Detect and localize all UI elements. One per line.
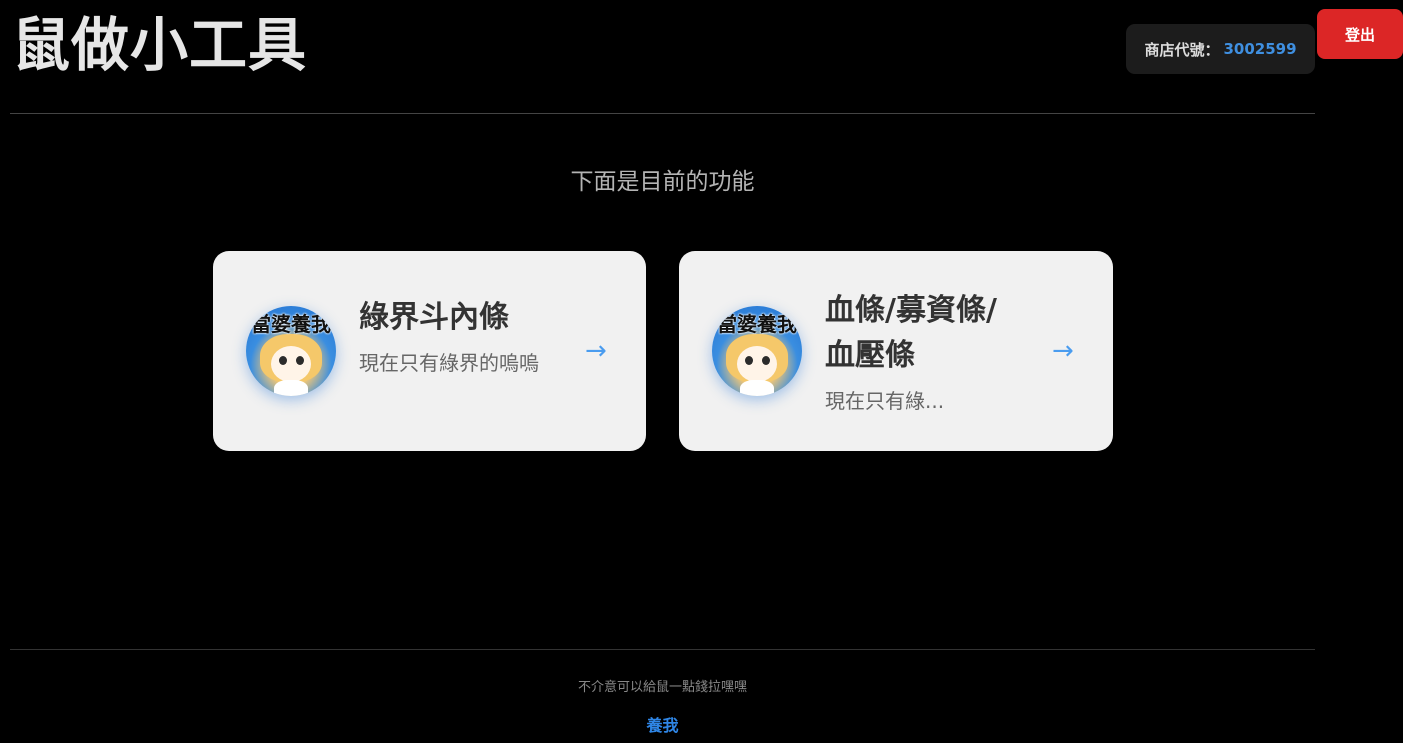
card-title: 血條/募資條/血壓條 [825, 293, 997, 373]
avatar-eye [296, 356, 304, 365]
footer-note: 不介意可以給鼠一點錢拉嘿嘿 [577, 680, 747, 695]
avatar-eye [279, 356, 287, 365]
card-description: 現在只有綠界的嗚嗚 [359, 351, 539, 375]
avatar-image: 當婆養我 [246, 306, 336, 396]
store-code-value: 3002599 [1223, 40, 1297, 58]
avatar-body [274, 380, 308, 396]
feature-card-health-bar[interactable]: 當婆養我 血條/募資條/血壓條 現在只有綠... → [679, 251, 1113, 451]
avatar-eye [762, 356, 770, 365]
avatar-image: 當婆養我 [712, 306, 802, 396]
store-code-box: 商店代號： 3002599 [1126, 24, 1315, 74]
avatar-face [271, 346, 311, 382]
card-description: 現在只有綠... [825, 389, 945, 413]
feature-card-donation-bar[interactable]: 當婆養我 綠界斗內條 現在只有綠界的嗚嗚 → [213, 251, 646, 451]
avatar-caption: 當婆養我 [251, 312, 331, 336]
features-heading: 下面是目前的功能 [570, 169, 755, 195]
support-link[interactable]: 養我 [10, 712, 1315, 736]
logout-button[interactable]: 登出 [1317, 9, 1403, 59]
header-divider [10, 113, 1315, 114]
page: 鼠做小工具 商店代號： 3002599 登出 下面是目前的功能 當婆養我 綠界斗… [0, 0, 1403, 743]
footer-divider [10, 649, 1315, 650]
arrow-right-icon[interactable]: → [1052, 337, 1074, 365]
store-code-label: 商店代號： [1144, 40, 1220, 59]
site-title: 鼠做小工具 [12, 11, 308, 79]
avatar-face [737, 346, 777, 382]
avatar-body [740, 380, 774, 396]
avatar-caption: 當婆養我 [717, 312, 797, 336]
avatar-eye [745, 356, 753, 365]
arrow-right-icon[interactable]: → [585, 337, 607, 365]
card-title: 綠界斗內條 [359, 300, 509, 335]
